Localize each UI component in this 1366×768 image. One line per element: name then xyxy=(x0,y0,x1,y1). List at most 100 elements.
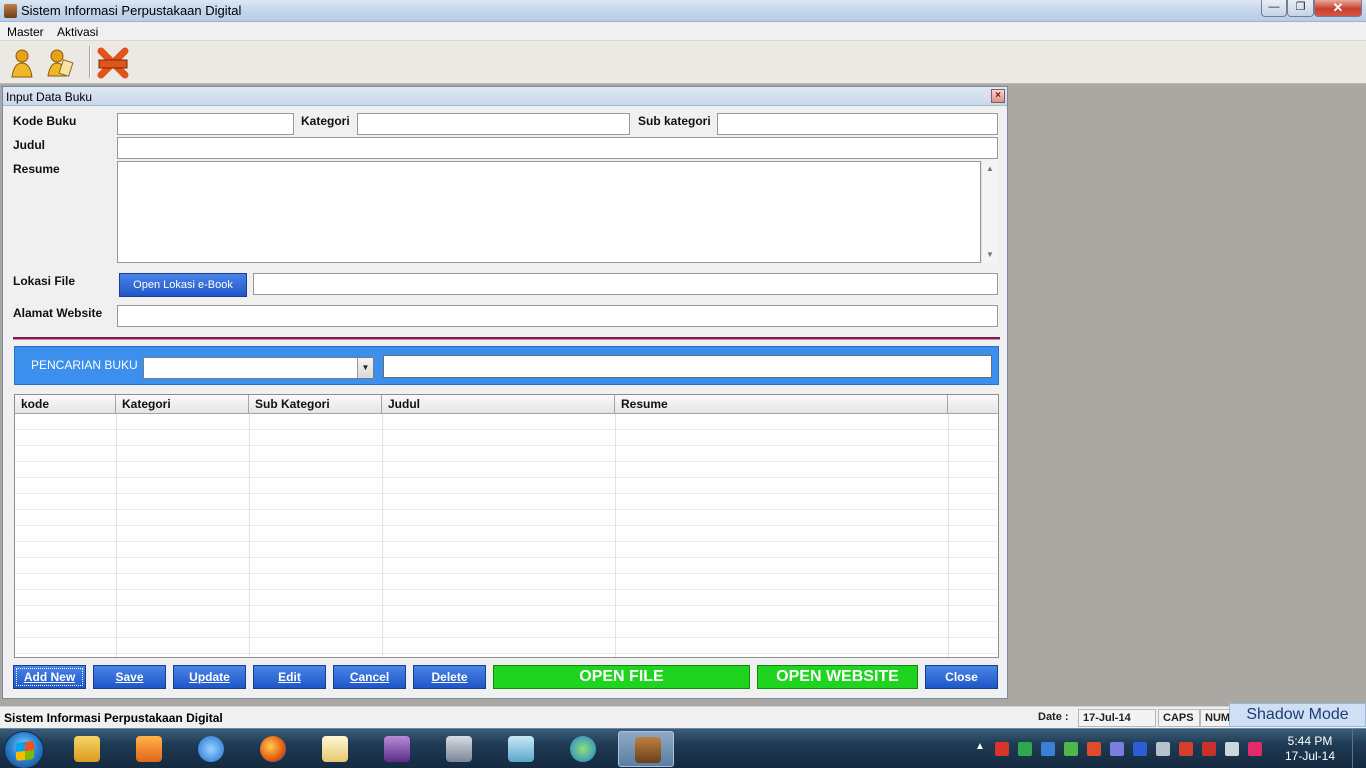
search-panel: PENCARIAN BUKU ▼ xyxy=(14,346,999,385)
clock-time: 5:44 PM xyxy=(1287,734,1333,748)
grid-header-sub-kategori[interactable]: Sub Kategori xyxy=(249,395,382,414)
taskbar-visual-studio[interactable] xyxy=(368,731,424,767)
start-button[interactable] xyxy=(4,731,44,768)
open-website-button[interactable]: OPEN WEBSITE xyxy=(757,665,918,689)
taskbar-internet-explorer[interactable] xyxy=(182,731,238,767)
show-desktop-button[interactable] xyxy=(1352,729,1366,768)
taskbar-media-player[interactable] xyxy=(120,731,176,767)
user-icon[interactable] xyxy=(6,47,38,79)
clock-date: 17-Jul-14 xyxy=(1284,749,1336,763)
media-player-icon xyxy=(136,736,162,762)
open-file-button[interactable]: OPEN FILE xyxy=(493,665,750,689)
tray-signal-icon[interactable] xyxy=(1202,742,1216,756)
toolbar-separator xyxy=(89,46,91,78)
taskbar-firefox[interactable] xyxy=(244,731,300,767)
kategori-label: Kategori xyxy=(301,114,350,128)
taskbar-explorer[interactable] xyxy=(58,731,114,767)
tray-flag-icon[interactable] xyxy=(1179,742,1193,756)
tray-volume-icon[interactable] xyxy=(1225,742,1239,756)
scroll-up-icon[interactable]: ▲ xyxy=(982,161,998,177)
tray-app-icon[interactable] xyxy=(1110,742,1124,756)
grid-header-kode[interactable]: kode xyxy=(15,395,116,414)
menu-item-aktivasi[interactable]: Aktivasi xyxy=(57,25,98,39)
search-input[interactable] xyxy=(383,355,992,378)
toolbar xyxy=(0,41,1366,84)
delete-button[interactable]: Delete xyxy=(413,665,486,689)
resume-scrollbar[interactable]: ▲ ▼ xyxy=(981,161,998,263)
kategori-input[interactable] xyxy=(357,113,630,135)
close-window-button[interactable]: ✕ xyxy=(1314,0,1362,17)
user-edit-icon[interactable] xyxy=(44,47,76,79)
grid-column-line xyxy=(948,414,949,657)
grid-header-resume[interactable]: Resume xyxy=(615,395,948,414)
taskbar-window-manager[interactable] xyxy=(430,731,486,767)
taskbar-library-app[interactable] xyxy=(618,731,674,767)
cancel-button[interactable]: Cancel xyxy=(333,665,406,689)
tray-bluetooth-icon[interactable] xyxy=(1133,742,1147,756)
date-label: Date : xyxy=(1038,711,1069,723)
visual-studio-icon xyxy=(384,736,410,762)
child-title-bar: Input Data Buku × xyxy=(3,87,1007,106)
add-new-button[interactable]: Add New xyxy=(13,665,86,689)
tray-device-icon[interactable] xyxy=(1156,742,1170,756)
tray-s-icon[interactable] xyxy=(1248,742,1262,756)
notepad-icon xyxy=(322,736,348,762)
maximize-button[interactable]: ❐ xyxy=(1287,0,1314,17)
tray-antivirus-icon[interactable] xyxy=(995,742,1009,756)
grid-column-line xyxy=(249,414,250,657)
grid-column-line xyxy=(615,414,616,657)
judul-input[interactable] xyxy=(117,137,998,159)
grid-column-line xyxy=(382,414,383,657)
input-data-buku-window: Input Data Buku × Kode Buku Kategori Sub… xyxy=(2,86,1008,699)
section-divider xyxy=(13,337,1000,340)
exit-icon[interactable] xyxy=(97,47,129,79)
taskbar-tool[interactable] xyxy=(492,731,548,767)
search-field-select[interactable]: ▼ xyxy=(143,357,374,379)
taskbar-globe[interactable] xyxy=(554,731,610,767)
kode-buku-input[interactable] xyxy=(117,113,294,135)
sub-kategori-input[interactable] xyxy=(717,113,998,135)
sub-kategori-label: Sub kategori xyxy=(638,114,711,128)
close-button[interactable]: Close xyxy=(925,665,998,689)
edit-button[interactable]: Edit xyxy=(253,665,326,689)
date-value: 17-Jul-14 xyxy=(1078,709,1156,727)
taskbar-notepad[interactable] xyxy=(306,731,362,767)
menu-item-master[interactable]: Master xyxy=(7,25,44,39)
firefox-icon xyxy=(260,736,286,762)
internet-explorer-icon xyxy=(198,736,224,762)
tray-shield-icon[interactable] xyxy=(1087,742,1101,756)
status-app-name: Sistem Informasi Perpustakaan Digital xyxy=(4,711,223,725)
minimize-button[interactable]: — xyxy=(1261,0,1287,17)
chevron-down-icon[interactable]: ▼ xyxy=(357,358,373,378)
menu-bar: Master Aktivasi xyxy=(0,22,1366,41)
scroll-down-icon[interactable]: ▼ xyxy=(982,247,998,263)
child-window-title: Input Data Buku xyxy=(6,90,93,104)
window-icon xyxy=(446,736,472,762)
resume-textarea[interactable] xyxy=(117,161,981,263)
save-button[interactable]: Save xyxy=(93,665,166,689)
tray-check-icon[interactable] xyxy=(1018,742,1032,756)
library-app-icon xyxy=(635,737,661,763)
child-close-button[interactable]: × xyxy=(991,89,1005,103)
resume-label: Resume xyxy=(13,162,60,176)
lokasi-file-input[interactable] xyxy=(253,273,998,295)
tool-icon xyxy=(508,736,534,762)
shadow-mode-badge[interactable]: Shadow Mode xyxy=(1229,703,1366,727)
grid-column-line xyxy=(116,414,117,657)
grid-header: kode Kategori Sub Kategori Judul Resume xyxy=(15,395,998,414)
grid-body[interactable] xyxy=(15,414,998,657)
search-label: PENCARIAN BUKU xyxy=(31,358,138,372)
lokasi-file-label: Lokasi File xyxy=(13,274,76,288)
tray-expand-icon[interactable]: ▲ xyxy=(975,741,985,752)
tray-update-icon[interactable] xyxy=(1064,742,1078,756)
grid-header-judul[interactable]: Judul xyxy=(382,395,615,414)
tray-network-icon[interactable] xyxy=(1041,742,1055,756)
update-button[interactable]: Update xyxy=(173,665,246,689)
books-grid[interactable]: kode Kategori Sub Kategori Judul Resume xyxy=(14,394,999,658)
window-title: Sistem Informasi Perpustakaan Digital xyxy=(21,3,242,18)
title-bar: Sistem Informasi Perpustakaan Digital — … xyxy=(0,0,1366,22)
grid-header-kategori[interactable]: Kategori xyxy=(116,395,249,414)
alamat-website-input[interactable] xyxy=(117,305,998,327)
open-lokasi-ebook-button[interactable]: Open Lokasi e-Book xyxy=(119,273,247,297)
taskbar-clock[interactable]: 5:44 PM 17-Jul-14 xyxy=(1280,734,1340,764)
